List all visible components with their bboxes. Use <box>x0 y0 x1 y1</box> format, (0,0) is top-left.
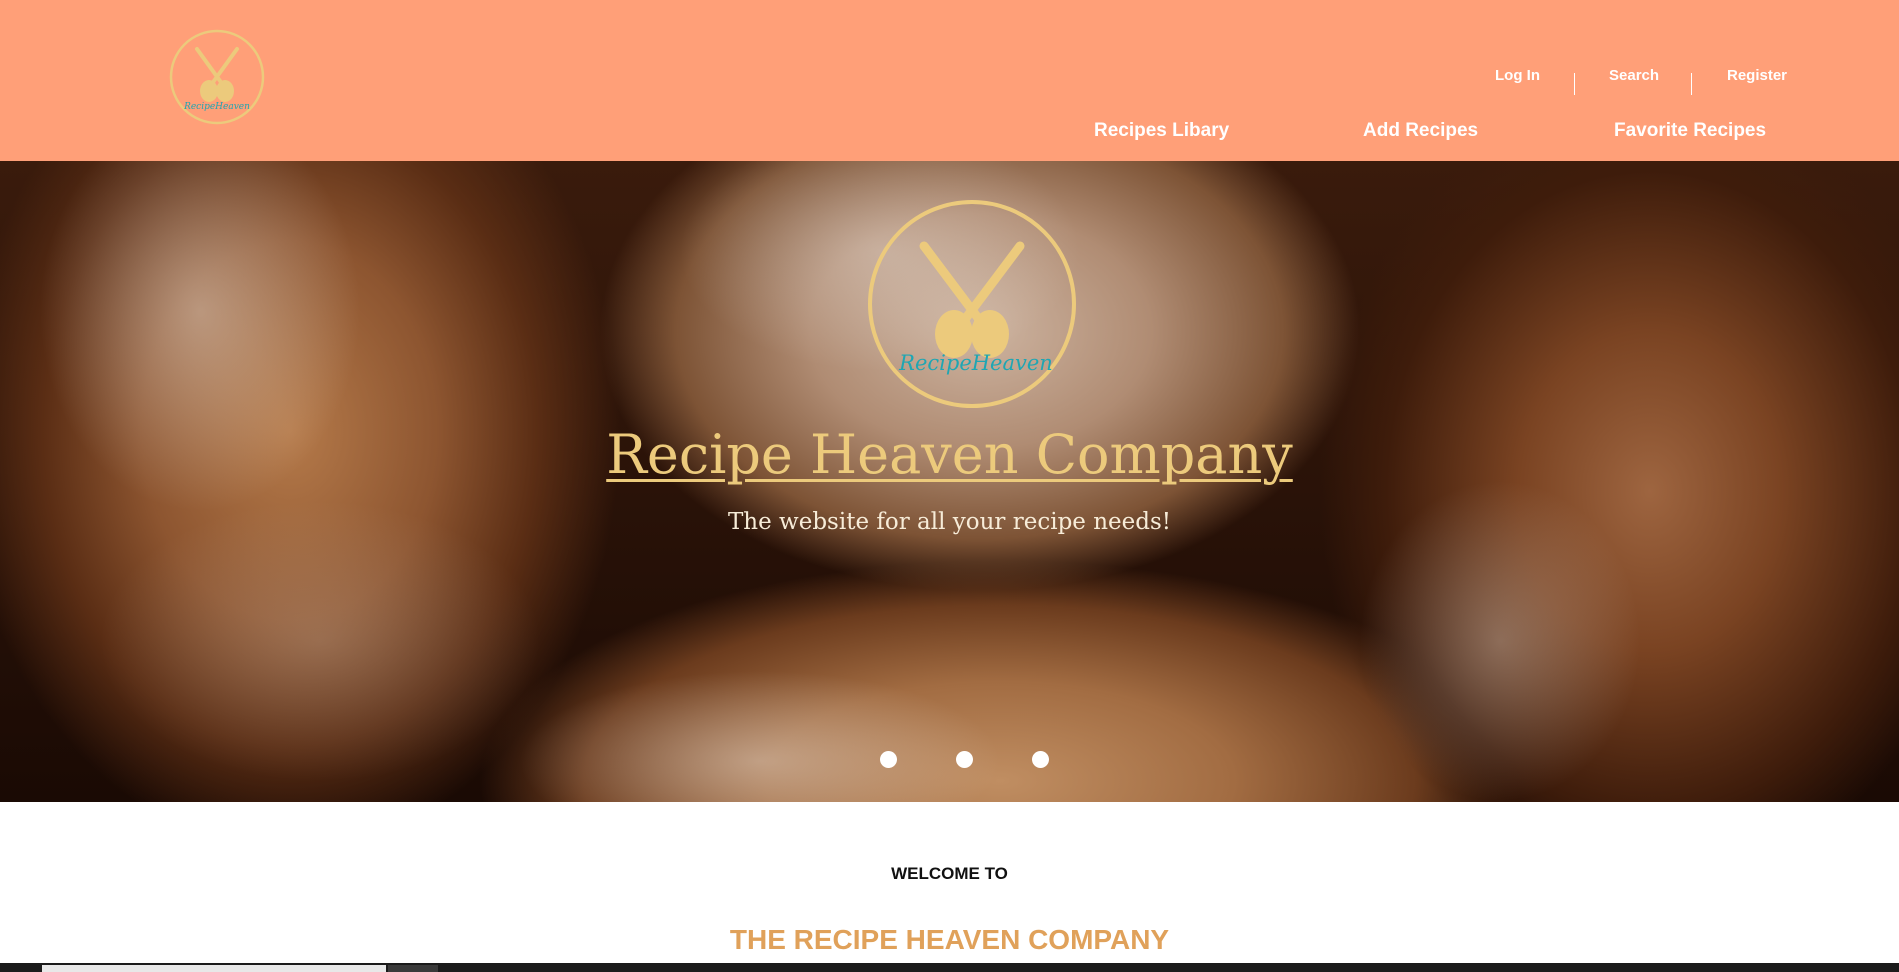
top-links: Log In Search Register <box>0 67 1899 97</box>
taskbar-button[interactable] <box>388 965 438 972</box>
welcome-title: THE RECIPE HEAVEN COMPANY <box>729 924 1170 955</box>
search-link[interactable]: Search <box>1609 67 1659 84</box>
taskbar-window-tab[interactable] <box>42 965 386 972</box>
carousel-dot-2[interactable] <box>956 751 973 768</box>
nav-add-recipes[interactable]: Add Recipes <box>1363 120 1478 142</box>
bottom-taskbar <box>0 963 1899 972</box>
carousel-indicators <box>0 751 1899 771</box>
register-link[interactable]: Register <box>1727 67 1787 84</box>
nav-recipes-library[interactable]: Recipes Libary <box>1094 120 1229 142</box>
header-logo-text: RecipeHeaven <box>183 102 250 112</box>
site-header: RecipeHeaven Log In Search Register Reci… <box>0 0 1899 161</box>
log-in-link[interactable]: Log In <box>1495 67 1540 84</box>
welcome-kicker: WELCOME TO <box>891 864 1008 883</box>
hero-logo-icon: RecipeHeaven <box>868 200 1076 408</box>
carousel-dot-1[interactable] <box>880 751 897 768</box>
top-link-divider <box>1691 73 1692 95</box>
carousel-dot-3[interactable] <box>1032 751 1049 768</box>
top-link-divider <box>1574 73 1575 95</box>
page: RecipeHeaven Log In Search Register Reci… <box>0 0 1899 972</box>
hero-title[interactable]: Recipe Heaven Company <box>0 423 1899 486</box>
hero-logo-text: RecipeHeaven <box>898 351 1053 375</box>
hero-tagline: The website for all your recipe needs! <box>727 509 1172 535</box>
hero-carousel: RecipeHeaven Recipe Heaven Company The w… <box>0 161 1899 802</box>
nav-favorite-recipes[interactable]: Favorite Recipes <box>1614 120 1766 142</box>
